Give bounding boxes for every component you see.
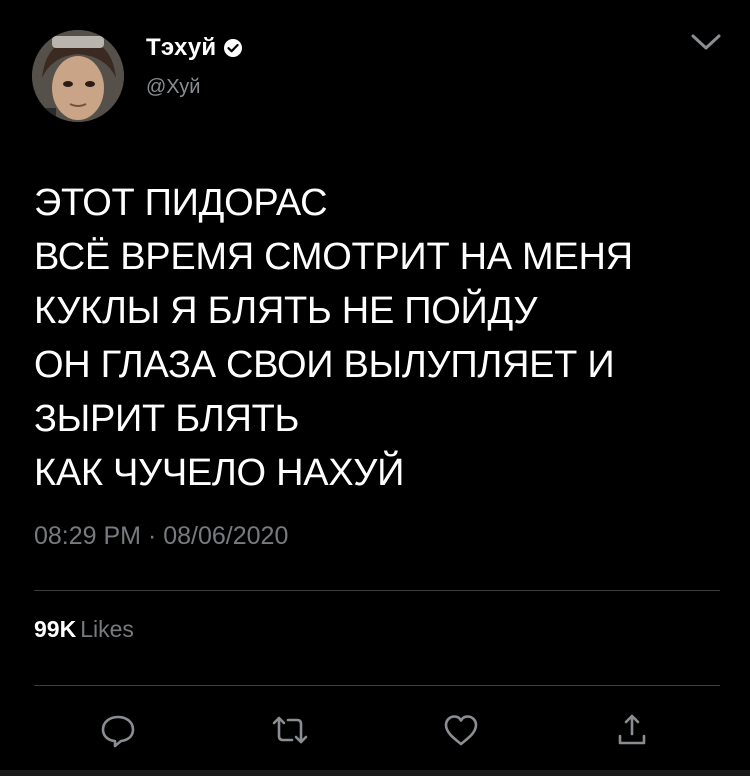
- reply-icon[interactable]: [98, 710, 138, 750]
- user-name-row: Тэхуй: [146, 33, 243, 63]
- likes-stat[interactable]: 99K Likes: [34, 616, 134, 643]
- chevron-down-icon[interactable]: [688, 30, 724, 54]
- tweet-line: ВСЁ ВРЕМЯ СМОТРИТ НА МЕНЯ: [34, 236, 633, 278]
- likes-count: 99K: [34, 616, 77, 642]
- tweet-line: ОН ГЛАЗА СВОИ ВЫЛУПЛЯЕТ И: [34, 344, 615, 386]
- tweet-text: ЭТОТ ПИДОРАС ВСЁ ВРЕМЯ СМОТРИТ НА МЕНЯ К…: [34, 176, 734, 500]
- likes-label: Likes: [80, 616, 134, 642]
- tweet-line: ЗЫРИТ БЛЯТЬ: [34, 398, 300, 440]
- tweet-timestamp[interactable]: 08:29 PM · 08/06/2020: [34, 522, 288, 551]
- verified-badge-icon: [223, 38, 243, 58]
- like-icon[interactable]: [441, 710, 481, 750]
- share-icon[interactable]: [612, 710, 652, 750]
- tweet-line: КУКЛЫ Я БЛЯТЬ НЕ ПОЙДУ: [34, 290, 538, 332]
- user-handle[interactable]: @Хуй: [146, 76, 200, 99]
- tweet-line: КАК ЧУЧЕЛО НАХУЙ: [34, 452, 405, 494]
- avatar[interactable]: [32, 30, 124, 122]
- display-name[interactable]: Тэхуй: [146, 34, 216, 62]
- retweet-icon[interactable]: [270, 710, 310, 750]
- tweet-line: ЭТОТ ПИДОРАС: [34, 182, 328, 224]
- divider: [34, 685, 720, 686]
- bottom-bar: [0, 770, 750, 776]
- divider: [34, 590, 720, 591]
